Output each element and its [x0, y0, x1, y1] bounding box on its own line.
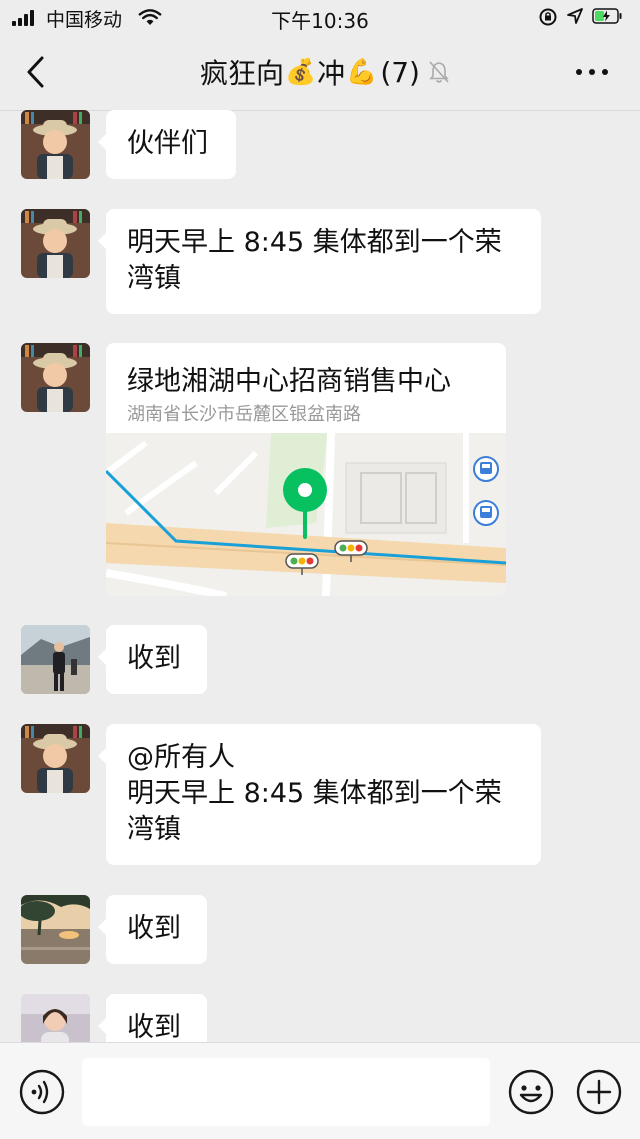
emoji-icon[interactable] [508, 1069, 554, 1115]
message-bubble[interactable]: 伙伴们 [98, 110, 236, 179]
flexed-bicep-emoji: 💪 [346, 57, 378, 86]
avatar[interactable] [21, 343, 90, 412]
avatar[interactable] [21, 209, 90, 278]
chat-title[interactable]: 疯狂向 💰 冲 💪 (7) [200, 52, 450, 92]
child-avatar-icon [21, 209, 90, 278]
voice-input-icon[interactable] [19, 1069, 65, 1115]
money-bag-emoji: 💰 [285, 57, 317, 86]
more-functions-plus-icon[interactable] [576, 1069, 622, 1115]
message-text: 伙伴们 [127, 128, 208, 159]
member-count: (7) [380, 55, 420, 89]
location-address: 湖南省长沙市岳麓区银盆南路 [127, 404, 361, 425]
message-input[interactable] [82, 1058, 490, 1126]
avatar[interactable] [21, 724, 90, 793]
message-text: 收到 [127, 643, 181, 674]
child-avatar-icon [21, 343, 90, 412]
avatar[interactable] [21, 625, 90, 694]
battery-icon [592, 8, 622, 24]
mute-bell-icon [429, 61, 449, 83]
man-avatar-icon [21, 625, 90, 694]
message-text: 湾镇 [127, 814, 181, 845]
bus-stop-icon [473, 500, 499, 526]
chat-title-prefix: 疯狂向 [200, 57, 285, 90]
child-avatar-icon [21, 110, 90, 179]
chat-header: 疯狂向 💰 冲 💪 (7) [0, 34, 640, 111]
message-bubble[interactable]: 明天早上 8:45 集体都到一个荣 湾镇 [98, 209, 541, 314]
location-map-preview [106, 433, 506, 596]
message-bubble[interactable]: 收到 [98, 895, 207, 964]
avatar[interactable] [21, 110, 90, 179]
message-text: 明天早上 8:45 集体都到一个荣 [127, 227, 502, 258]
message-mention: @所有人 [127, 742, 235, 773]
chat-input-bar [0, 1042, 640, 1139]
location-name: 绿地湘湖中心招商销售中心 [127, 366, 451, 397]
chat-title-middle: 冲 [317, 57, 346, 90]
message-text: 明天早上 8:45 集体都到一个荣 [127, 778, 502, 809]
sunset-avatar-icon [21, 895, 90, 964]
location-message-card[interactable]: 绿地湘湖中心招商销售中心 湖南省长沙市岳麓区银盆南路 [106, 343, 506, 596]
message-bubble[interactable]: 收到 [98, 625, 207, 694]
avatar[interactable] [21, 895, 90, 964]
location-arrow-icon [567, 8, 583, 24]
message-text: 收到 [127, 913, 181, 944]
message-text: 收到 [127, 1012, 181, 1043]
message-bubble[interactable]: @所有人 明天早上 8:45 集体都到一个荣 湾镇 [98, 724, 541, 865]
back-arrow-icon[interactable] [20, 54, 54, 90]
rotation-lock-icon [539, 8, 557, 26]
more-options-icon[interactable] [572, 58, 612, 86]
child-avatar-icon [21, 724, 90, 793]
status-bar: 中国移动 下午10:36 [0, 0, 640, 34]
message-text: 湾镇 [127, 263, 181, 294]
bus-stop-icon [473, 456, 499, 482]
